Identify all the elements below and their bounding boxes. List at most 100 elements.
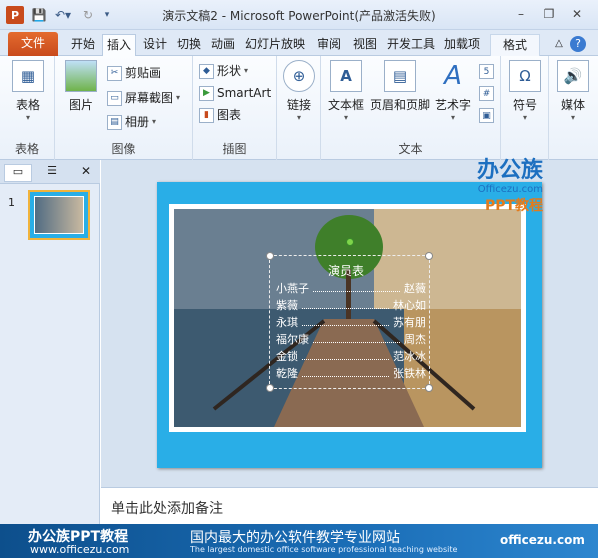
chart-icon: ▮ (199, 107, 214, 123)
actor-name: 张铁林 (393, 367, 426, 380)
watermark-brand: 办公族 (477, 158, 544, 183)
picture-button[interactable]: 图片 (61, 60, 101, 113)
tab-file[interactable]: 文件 (8, 32, 58, 56)
chart-button[interactable]: ▮ 图表 (199, 106, 241, 124)
table-button-label: 表格 (15, 98, 40, 112)
cast-textbox[interactable]: 演员表 小燕子 赵薇 紫薇 林心如 永琪 苏有朋 福尔康 周杰 金锁 范冰冰 乾隆 张铁林 (266, 238, 433, 392)
tab-view[interactable]: 视图 (348, 34, 382, 56)
textbox-icon: A (330, 60, 362, 92)
cast-row: 乾隆 张铁林 (276, 365, 426, 382)
textbox-label: 文本框 (327, 98, 364, 112)
group-label-images: 图像 (111, 142, 136, 156)
tab-developer[interactable]: 开发工具 (384, 34, 438, 56)
header-footer-label: 页眉和页脚 (369, 98, 430, 112)
date-time-icon[interactable]: 5 (479, 64, 494, 79)
banner-domain: officezu.com (500, 533, 585, 547)
group-symbols: Ω 符号 ▾ (501, 56, 549, 160)
media-button[interactable]: 🔊 媒体 ▾ (555, 60, 591, 122)
slides-tab-icon[interactable]: ▭ (4, 164, 32, 182)
cast-list: 小燕子 赵薇 紫薇 林心如 永琪 苏有朋 福尔康 周杰 金锁 范冰冰 乾隆 张铁林 (276, 280, 426, 382)
dotted-leader (302, 297, 389, 309)
close-pane-icon[interactable]: ✕ (78, 164, 94, 182)
chevron-down-icon: ▾ (244, 66, 249, 75)
watermark-ppt: PPT教程 (484, 198, 544, 214)
slide-canvas[interactable]: 演员表 小燕子 赵薇 紫薇 林心如 永琪 苏有朋 福尔康 周杰 金锁 范冰冰 乾隆 张铁林 (157, 182, 542, 468)
group-images: 图片 ✂ 剪贴画 ▭ 屏幕截图 ▾ ▤ 相册 ▾ 图像 (55, 56, 193, 160)
album-button[interactable]: ▤ 相册 ▾ (107, 113, 156, 131)
symbol-label: 符号 (512, 98, 537, 112)
tab-review[interactable]: 审阅 (312, 34, 346, 56)
resize-handle[interactable] (425, 252, 433, 260)
screenshot-button[interactable]: ▭ 屏幕截图 ▾ (107, 89, 180, 107)
actor-name: 赵薇 (404, 282, 426, 295)
wordart-button[interactable]: A 艺术字 ▾ (433, 60, 473, 122)
table-icon: ▦ (12, 60, 44, 92)
notes-placeholder[interactable]: 单击此处添加备注 (111, 498, 223, 518)
tab-insert[interactable]: 插入 (102, 34, 136, 56)
window-title: 演示文稿2 - Microsoft PowerPoint(产品激活失败) (162, 9, 436, 23)
chevron-down-icon: ▾ (25, 113, 30, 122)
clipart-button[interactable]: ✂ 剪贴画 (107, 64, 161, 82)
minimize-ribbon-icon[interactable]: △ (552, 34, 566, 56)
ribbon: ▦ 表格 ▾ 表格 图片 ✂ 剪贴画 ▭ 屏幕截图 ▾ ▤ 相册 ▾ 图像 ◆ 形状 ▾ ▶ S… (0, 56, 598, 160)
link-button-label: 链接 (286, 98, 311, 112)
outline-tab-icon[interactable]: ☰ (38, 164, 66, 182)
slides-panel: ▭ ☰ ✕ 1 (0, 160, 100, 524)
actor-name: 周杰 (404, 333, 426, 346)
close-button[interactable]: ✕ (566, 6, 588, 22)
header-footer-icon: ▤ (384, 60, 416, 92)
group-media: 🔊 媒体 ▾ (549, 56, 598, 160)
minimize-button[interactable]: – (510, 6, 532, 22)
wordart-label: 艺术字 (434, 98, 471, 112)
role-name: 乾隆 (276, 367, 298, 380)
shapes-button[interactable]: ◆ 形状 ▾ (199, 62, 248, 80)
smartart-button[interactable]: ▶ SmartArt (199, 84, 271, 102)
slide-thumbnail[interactable] (28, 190, 90, 240)
omega-icon: Ω (509, 60, 541, 92)
link-button[interactable]: ⊕ 链接 ▾ (281, 60, 317, 122)
cast-row: 小燕子 赵薇 (276, 280, 426, 297)
chevron-down-icon: ▾ (522, 113, 527, 122)
website-banner: 办公族PPT教程 www.officezu.com 国内最大的办公软件教学专业网… (0, 524, 598, 558)
help-icon[interactable]: ? (570, 36, 586, 52)
picture-button-label: 图片 (68, 98, 93, 112)
dotted-leader (302, 365, 389, 377)
symbol-button[interactable]: Ω 符号 ▾ (507, 60, 543, 122)
screenshot-label: 屏幕截图 (125, 91, 174, 105)
tab-home[interactable]: 开始 (66, 34, 100, 56)
tab-slideshow[interactable]: 幻灯片放映 (242, 34, 308, 56)
resize-handle[interactable] (266, 384, 274, 392)
group-links: ⊕ 链接 ▾ (277, 56, 321, 160)
group-text: A 文本框 ▾ ▤ 页眉和页脚 A 艺术字 ▾ 5 # ▣ 文本 (321, 56, 501, 160)
notes-pane[interactable]: 单击此处添加备注 (101, 487, 598, 524)
group-label-text: 文本 (398, 142, 423, 156)
banner-url: www.officezu.com (30, 543, 130, 556)
panel-tabs: ▭ ☰ ✕ (0, 160, 100, 184)
textbox-button[interactable]: A 文本框 ▾ (325, 60, 367, 122)
chevron-down-icon: ▾ (343, 113, 348, 122)
group-tables: ▦ 表格 ▾ 表格 (0, 56, 55, 160)
tab-design[interactable]: 设计 (138, 34, 172, 56)
rotate-handle[interactable] (346, 238, 354, 246)
table-button[interactable]: ▦ 表格 ▾ (10, 60, 46, 122)
role-name: 紫薇 (276, 299, 298, 312)
restore-button[interactable]: ❐ (538, 6, 560, 22)
object-icon[interactable]: ▣ (479, 108, 494, 123)
speaker-icon: 🔊 (557, 60, 589, 92)
resize-handle[interactable] (266, 252, 274, 260)
resize-handle[interactable] (425, 384, 433, 392)
banner-slogan: 国内最大的办公软件教学专业网站 (190, 530, 400, 546)
slide-number-icon[interactable]: # (479, 86, 494, 101)
banner-subtitle: The largest domestic office software pro… (190, 545, 458, 554)
tab-transitions[interactable]: 切换 (172, 34, 206, 56)
header-footer-button[interactable]: ▤ 页眉和页脚 (367, 60, 433, 113)
smartart-label: SmartArt (217, 86, 272, 100)
clipart-icon: ✂ (107, 65, 122, 81)
shapes-icon: ◆ (199, 63, 214, 79)
tab-addins[interactable]: 加载项 (440, 34, 484, 56)
tab-format[interactable]: 格式 (490, 34, 540, 56)
officezu-watermark: 办公族 Officezu.com PPT教程 (477, 152, 543, 215)
tab-animations[interactable]: 动画 (206, 34, 240, 56)
group-illustrations: ◆ 形状 ▾ ▶ SmartArt ▮ 图表 插图 (193, 56, 277, 160)
album-label: 相册 (125, 115, 150, 129)
